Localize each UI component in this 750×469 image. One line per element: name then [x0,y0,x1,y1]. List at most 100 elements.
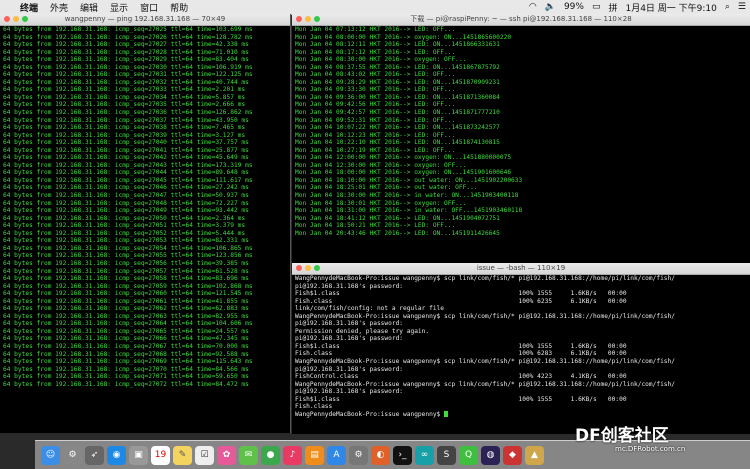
terminal-line: 64 bytes from 192.168.31.168: icmp_seq=2… [3,161,253,169]
reminders-icon[interactable]: ☑ [195,445,214,465]
terminal-line: Mon Jan 04 08:37:55 HKT 2016--> LED: ON.… [295,63,500,71]
terminal-line: Fish$1.class 100% 1555 1.6KB/s 00:00 [295,342,627,350]
app-store-icon[interactable]: A [327,445,346,465]
terminal-icon[interactable]: ›_ [393,445,412,465]
eclipse-icon[interactable]: ◍ [481,445,500,465]
terminal-output[interactable]: 64 bytes from 192.168.31.168: icmp_seq=2… [0,26,290,388]
terminal-line: WangPennydeMacBook-Pro:issue wangpenny$ … [295,358,675,366]
battery-percent[interactable]: 99% [560,2,588,12]
launchpad-icon[interactable]: ⚙ [63,445,82,465]
minimize-button[interactable] [305,16,311,22]
terminal-window-ssh[interactable]: 下载 — pi@raspiPenny: ~ — ssh pi@192.168.3… [292,14,750,263]
terminal-line: Mon Jan 04 18:30:01 HKT 2016--> oxygen: … [295,199,467,207]
terminal-line: pi@192.168.31.168's password: [295,320,404,328]
terminal-line: 64 bytes from 192.168.31.168: icmp_seq=2… [3,222,246,230]
battery-icon[interactable]: ▭ [588,2,605,12]
terminal-line: 64 bytes from 192.168.31.168: icmp_seq=2… [3,267,249,275]
terminal-line: 64 bytes from 192.168.31.168: icmp_seq=2… [3,71,253,79]
terminal-output[interactable]: Mon Jan 04 07:13:12 HKT 2016--> LED: OFF… [292,26,750,237]
menu-app-terminal[interactable]: 终端 [14,1,44,14]
window-controls [4,16,28,22]
terminal-line: Mon Jan 04 08:30:00 HKT 2016--> oxygen: … [295,56,467,64]
terminal-window-ping[interactable]: wangpenny — ping 192.168.31.168 — 70×49 … [0,14,291,433]
window-titlebar[interactable]: wangpenny — ping 192.168.31.168 — 70×49 [0,14,290,26]
menu-edit[interactable]: 编辑 [74,1,104,14]
input-method[interactable]: 拼 [604,1,621,14]
terminal-line: Mon Jan 04 09:28:29 HKT 2016--> LED: ON.… [295,78,500,86]
terminal-line: Fish.class 100% 6235 6.1KB/s 00:00 [295,297,627,305]
menu-window[interactable]: 窗口 [134,1,164,14]
terminal-line: Mon Jan 04 07:13:12 HKT 2016--> LED: OFF… [295,26,456,33]
terminal-line: 64 bytes from 192.168.31.168: icmp_seq=2… [3,259,249,267]
zoom-button[interactable] [22,16,28,22]
rocket-icon[interactable]: ➶ [85,445,104,465]
volume-icon[interactable]: 🔈 [541,2,560,12]
terminal-line: 64 bytes from 192.168.31.168: icmp_seq=2… [3,350,249,358]
wifi-icon[interactable]: ◠ [525,2,541,12]
finder-icon[interactable]: ☺ [41,445,60,465]
menu-help[interactable]: 帮助 [164,1,194,14]
terminal-line: 64 bytes from 192.168.31.168: icmp_seq=2… [3,139,249,147]
app-icon[interactable]: ◆ [503,445,522,465]
close-button[interactable] [4,16,10,22]
terminal-line: Mon Jan 04 09:42:57 HKT 2016--> LED: ON.… [295,109,500,117]
terminal-line: 64 bytes from 192.168.31.168: icmp_seq=2… [3,101,246,109]
books-icon[interactable]: ▤ [305,445,324,465]
terminal-line: 64 bytes from 192.168.31.168: icmp_seq=2… [3,275,249,283]
terminal-window-bash[interactable]: issue — -bash — 110×19 WangPennydeMacBoo… [292,263,750,434]
facetime-icon[interactable]: ● [261,445,280,465]
terminal-line: 64 bytes from 192.168.31.168: icmp_seq=2… [3,109,253,117]
search-icon[interactable]: ⌕ [721,2,734,12]
zoom-button[interactable] [314,16,320,22]
terminal-line: 64 bytes from 192.168.31.168: icmp_seq=2… [3,131,246,139]
notification-center-icon[interactable]: ☰ [734,2,750,12]
iqiyi-icon[interactable]: Q [459,445,478,465]
terminal-line: Mon Jan 04 18:00:00 HKT 2016--> oxygen: … [295,169,512,177]
window-title: wangpenny — ping 192.168.31.168 — 70×49 [64,15,226,23]
arduino-icon[interactable]: ∞ [415,445,434,465]
terminal-line: 64 bytes from 192.168.31.168: icmp_seq=2… [3,365,249,373]
safari-icon[interactable]: ◉ [107,445,126,465]
terminal-line: Mon Jan 04 09:33:30 HKT 2016--> LED: OFF… [295,86,456,94]
menu-view[interactable]: 显示 [104,1,134,14]
zoom-button[interactable] [314,265,320,271]
minimize-button[interactable] [13,16,19,22]
terminal-line: Mon Jan 04 08:00:00 HKT 2016--> oxygen: … [295,33,512,41]
window-controls [296,265,320,271]
terminal-line: Mon Jan 04 08:17:12 HKT 2016--> LED: OFF… [295,48,456,56]
clock[interactable]: 1月4日 周一 下午9:10 [621,1,720,14]
terminal-line: 64 bytes from 192.168.31.168: icmp_seq=2… [3,358,253,366]
status-area: ◠ 🔈 99% ▭ 拼 1月4日 周一 下午9:10 ⌕ ☰ [525,1,750,14]
terminal-line: 64 bytes from 192.168.31.168: icmp_seq=2… [3,380,249,388]
terminal-line: Mon Jan 04 09:52:31 HKT 2016--> LED: OFF… [295,116,456,124]
watermark-url: mc.DFRobot.com.cn [615,445,686,453]
minimize-button[interactable] [305,265,311,271]
terminal-line: Mon Jan 04 18:50:21 HKT 2016--> LED: OFF… [295,222,456,230]
notes-icon[interactable]: ✎ [173,445,192,465]
sublime-icon[interactable]: S [437,445,456,465]
terminal-line: 64 bytes from 192.168.31.168: icmp_seq=2… [3,146,249,154]
terminal-line: 64 bytes from 192.168.31.168: icmp_seq=2… [3,56,249,64]
preferences-icon[interactable]: ⚙ [349,445,368,465]
window-titlebar[interactable]: 下载 — pi@raspiPenny: ~ — ssh pi@192.168.3… [292,14,750,26]
terminal-line: 64 bytes from 192.168.31.168: icmp_seq=2… [3,63,253,71]
terminal-output[interactable]: WangPennydeMacBook-Pro:issue wangpenny$ … [292,275,750,418]
terminal-line: 64 bytes from 192.168.31.168: icmp_seq=2… [3,86,246,94]
calendar-icon[interactable]: 19 [151,445,170,465]
app-icon[interactable]: ▲ [525,445,544,465]
close-button[interactable] [296,16,302,22]
messages-icon[interactable]: ✉ [239,445,258,465]
terminal-line: Mon Jan 04 08:43:02 HKT 2016--> LED: OFF… [295,71,456,79]
firefox-icon[interactable]: ◐ [371,445,390,465]
window-title: 下载 — pi@raspiPenny: ~ — ssh pi@192.168.3… [410,15,632,23]
window-titlebar[interactable]: issue — -bash — 110×19 [292,263,750,275]
close-button[interactable] [296,265,302,271]
terminal-line: 64 bytes from 192.168.31.168: icmp_seq=2… [3,176,253,184]
photo-app-icon[interactable]: ✿ [217,445,236,465]
music-icon[interactable]: ♪ [283,445,302,465]
menu-shell[interactable]: 外壳 [44,1,74,14]
terminal-line: Mon Jan 04 18:41:12 HKT 2016--> LED: ON.… [295,214,500,222]
terminal-line: pi@192.168.31.168's password: [295,388,404,396]
photos-icon[interactable]: ▣ [129,445,148,465]
terminal-line: 64 bytes from 192.168.31.168: icmp_seq=2… [3,124,246,132]
